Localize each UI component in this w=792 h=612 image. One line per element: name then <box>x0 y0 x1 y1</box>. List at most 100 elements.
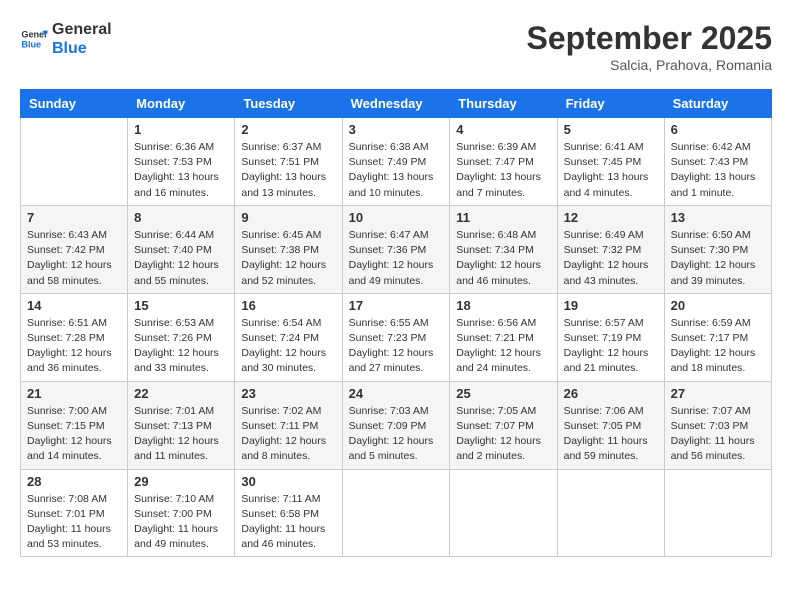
day-number: 18 <box>456 298 550 313</box>
calendar-cell: 6Sunrise: 6:42 AM Sunset: 7:43 PM Daylig… <box>664 118 771 206</box>
calendar-cell: 15Sunrise: 6:53 AM Sunset: 7:26 PM Dayli… <box>128 293 235 381</box>
calendar-cell: 20 Sunrise: 6:59 AM Sunset: 7:17 PM Dayli… <box>664 293 771 381</box>
day-number: 27 <box>671 386 765 401</box>
calendar-cell: 8 Sunrise: 6:44 AM Sunset: 7:40 PM Daylig… <box>128 205 235 293</box>
day-info: Sunrise: 6:45 AM Sunset: 7:38 PM Dayligh… <box>241 228 335 289</box>
calendar-week-row: 14 Sunrise: 6:51 AM Sunset: 7:28 PM Dayli… <box>21 293 772 381</box>
day-number: 23 <box>241 386 335 401</box>
weekday-header-row: SundayMondayTuesdayWednesdayThursdayFrid… <box>21 90 772 118</box>
day-number: 12 <box>564 210 658 225</box>
calendar-cell <box>21 118 128 206</box>
calendar-cell: 1 Sunrise: 6:36 AM Sunset: 7:53 PM Daylig… <box>128 118 235 206</box>
day-number: 10 <box>349 210 444 225</box>
day-info: Sunrise: 6:41 AM Sunset: 7:45 PM Dayligh… <box>564 140 658 201</box>
calendar-week-row: 1 Sunrise: 6:36 AM Sunset: 7:53 PM Daylig… <box>21 118 772 206</box>
calendar-cell: 21 Sunrise: 7:00 AM Sunset: 7:15 PM Dayli… <box>21 381 128 469</box>
weekday-header-friday: Friday <box>557 90 664 118</box>
day-info: Sunrise: 6:38 AM Sunset: 7:49 PM Dayligh… <box>349 140 444 201</box>
calendar-cell: 17 Sunrise: 6:55 AM Sunset: 7:23 PM Dayli… <box>342 293 450 381</box>
weekday-header-monday: Monday <box>128 90 235 118</box>
day-number: 16 <box>241 298 335 313</box>
day-info: Sunrise: 7:05 AM Sunset: 7:07 PM Dayligh… <box>456 404 550 465</box>
day-info: Sunrise: 6:59 AM Sunset: 7:17 PM Dayligh… <box>671 316 765 377</box>
day-info: Sunrise: 6:48 AM Sunset: 7:34 PM Dayligh… <box>456 228 550 289</box>
logo: General Blue General Blue <box>20 20 112 58</box>
day-number: 8 <box>134 210 228 225</box>
day-info: Sunrise: 6:43 AM Sunset: 7:42 PM Dayligh… <box>27 228 121 289</box>
day-info: Sunrise: 6:47 AM Sunset: 7:36 PM Dayligh… <box>349 228 444 289</box>
calendar-cell: 28Sunrise: 7:08 AM Sunset: 7:01 PM Dayli… <box>21 469 128 557</box>
calendar-cell: 11 Sunrise: 6:48 AM Sunset: 7:34 PM Dayli… <box>450 205 557 293</box>
day-info: Sunrise: 7:10 AM Sunset: 7:00 PM Dayligh… <box>134 492 228 553</box>
calendar-cell: 30 Sunrise: 7:11 AM Sunset: 6:58 PM Dayli… <box>235 469 342 557</box>
day-number: 20 <box>671 298 765 313</box>
day-info: Sunrise: 6:44 AM Sunset: 7:40 PM Dayligh… <box>134 228 228 289</box>
calendar-cell: 25 Sunrise: 7:05 AM Sunset: 7:07 PM Dayli… <box>450 381 557 469</box>
calendar-cell: 22 Sunrise: 7:01 AM Sunset: 7:13 PM Dayli… <box>128 381 235 469</box>
day-info: Sunrise: 7:02 AM Sunset: 7:11 PM Dayligh… <box>241 404 335 465</box>
day-number: 17 <box>349 298 444 313</box>
calendar-cell: 27Sunrise: 7:07 AM Sunset: 7:03 PM Dayli… <box>664 381 771 469</box>
weekday-header-saturday: Saturday <box>664 90 771 118</box>
day-number: 13 <box>671 210 765 225</box>
location: Salcia, Prahova, Romania <box>527 57 772 73</box>
day-info: Sunrise: 6:51 AM Sunset: 7:28 PM Dayligh… <box>27 316 121 377</box>
calendar-cell: 9Sunrise: 6:45 AM Sunset: 7:38 PM Daylig… <box>235 205 342 293</box>
day-number: 29 <box>134 474 228 489</box>
calendar-cell <box>557 469 664 557</box>
calendar-cell: 26 Sunrise: 7:06 AM Sunset: 7:05 PM Dayli… <box>557 381 664 469</box>
day-info: Sunrise: 7:00 AM Sunset: 7:15 PM Dayligh… <box>27 404 121 465</box>
logo-line1: General <box>52 20 112 39</box>
calendar-week-row: 21 Sunrise: 7:00 AM Sunset: 7:15 PM Dayli… <box>21 381 772 469</box>
day-info: Sunrise: 7:11 AM Sunset: 6:58 PM Dayligh… <box>241 492 335 553</box>
day-number: 1 <box>134 122 228 137</box>
weekday-header-wednesday: Wednesday <box>342 90 450 118</box>
day-number: 5 <box>564 122 658 137</box>
day-info: Sunrise: 7:08 AM Sunset: 7:01 PM Dayligh… <box>27 492 121 553</box>
calendar-cell: 18Sunrise: 6:56 AM Sunset: 7:21 PM Dayli… <box>450 293 557 381</box>
month-title: September 2025 <box>527 20 772 57</box>
day-info: Sunrise: 6:50 AM Sunset: 7:30 PM Dayligh… <box>671 228 765 289</box>
calendar-cell: 29 Sunrise: 7:10 AM Sunset: 7:00 PM Dayli… <box>128 469 235 557</box>
day-info: Sunrise: 6:39 AM Sunset: 7:47 PM Dayligh… <box>456 140 550 201</box>
day-number: 3 <box>349 122 444 137</box>
calendar-cell <box>664 469 771 557</box>
day-info: Sunrise: 6:49 AM Sunset: 7:32 PM Dayligh… <box>564 228 658 289</box>
weekday-header-sunday: Sunday <box>21 90 128 118</box>
calendar-week-row: 7 Sunrise: 6:43 AM Sunset: 7:42 PM Daylig… <box>21 205 772 293</box>
day-number: 19 <box>564 298 658 313</box>
day-info: Sunrise: 6:55 AM Sunset: 7:23 PM Dayligh… <box>349 316 444 377</box>
day-info: Sunrise: 6:57 AM Sunset: 7:19 PM Dayligh… <box>564 316 658 377</box>
day-number: 26 <box>564 386 658 401</box>
day-number: 7 <box>27 210 121 225</box>
calendar-cell: 14 Sunrise: 6:51 AM Sunset: 7:28 PM Dayli… <box>21 293 128 381</box>
calendar-cell: 4 Sunrise: 6:39 AM Sunset: 7:47 PM Daylig… <box>450 118 557 206</box>
calendar-week-row: 28Sunrise: 7:08 AM Sunset: 7:01 PM Dayli… <box>21 469 772 557</box>
calendar-cell: 10 Sunrise: 6:47 AM Sunset: 7:36 PM Dayli… <box>342 205 450 293</box>
day-info: Sunrise: 7:06 AM Sunset: 7:05 PM Dayligh… <box>564 404 658 465</box>
day-number: 22 <box>134 386 228 401</box>
calendar-cell: 24Sunrise: 7:03 AM Sunset: 7:09 PM Dayli… <box>342 381 450 469</box>
day-number: 14 <box>27 298 121 313</box>
calendar-cell <box>342 469 450 557</box>
title-area: September 2025 Salcia, Prahova, Romania <box>527 20 772 73</box>
day-number: 25 <box>456 386 550 401</box>
calendar-cell: 12 Sunrise: 6:49 AM Sunset: 7:32 PM Dayli… <box>557 205 664 293</box>
day-info: Sunrise: 6:36 AM Sunset: 7:53 PM Dayligh… <box>134 140 228 201</box>
day-info: Sunrise: 7:01 AM Sunset: 7:13 PM Dayligh… <box>134 404 228 465</box>
day-info: Sunrise: 6:42 AM Sunset: 7:43 PM Dayligh… <box>671 140 765 201</box>
day-number: 4 <box>456 122 550 137</box>
day-number: 21 <box>27 386 121 401</box>
day-number: 2 <box>241 122 335 137</box>
calendar-cell: 16 Sunrise: 6:54 AM Sunset: 7:24 PM Dayli… <box>235 293 342 381</box>
calendar-cell: 23 Sunrise: 7:02 AM Sunset: 7:11 PM Dayli… <box>235 381 342 469</box>
logo-icon: General Blue <box>20 25 48 53</box>
day-number: 30 <box>241 474 335 489</box>
weekday-header-tuesday: Tuesday <box>235 90 342 118</box>
day-info: Sunrise: 6:54 AM Sunset: 7:24 PM Dayligh… <box>241 316 335 377</box>
day-info: Sunrise: 6:53 AM Sunset: 7:26 PM Dayligh… <box>134 316 228 377</box>
day-number: 11 <box>456 210 550 225</box>
calendar-cell: 19 Sunrise: 6:57 AM Sunset: 7:19 PM Dayli… <box>557 293 664 381</box>
weekday-header-thursday: Thursday <box>450 90 557 118</box>
calendar-cell <box>450 469 557 557</box>
